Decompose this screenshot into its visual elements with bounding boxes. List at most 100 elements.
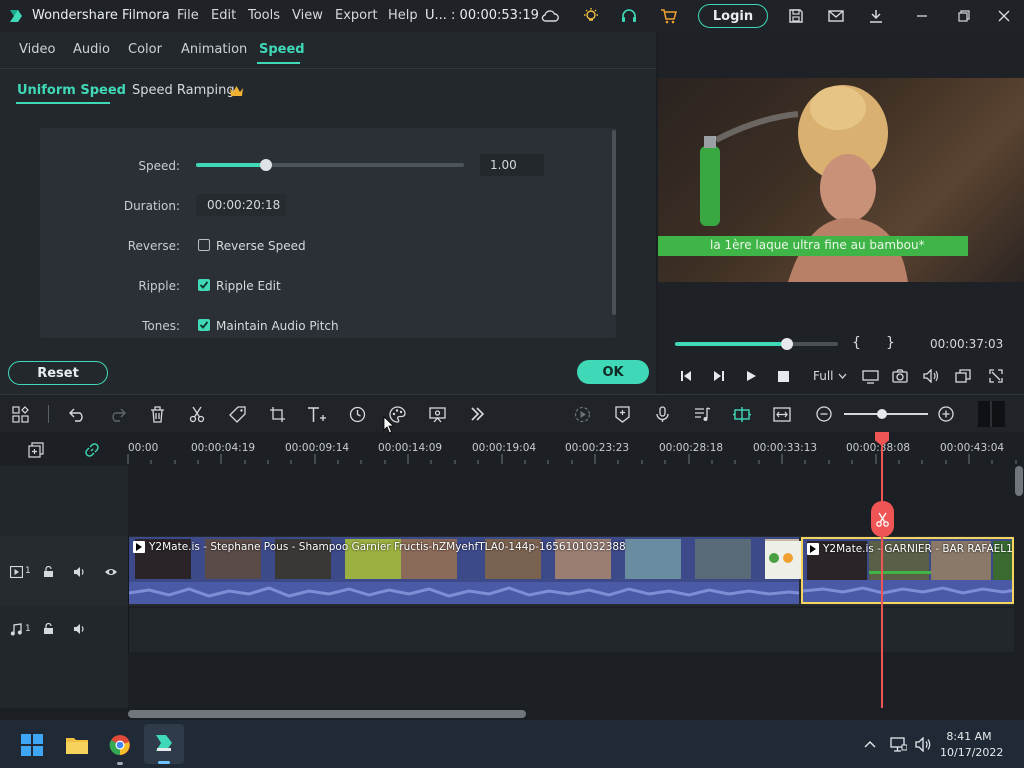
tag-marker-icon[interactable] (227, 404, 247, 424)
audio-track-1[interactable] (0, 608, 1014, 652)
eye-icon[interactable] (104, 565, 118, 579)
video-clip-1[interactable]: Y2Mate.is - Stephane Pous - Shampoo Garn… (129, 537, 799, 604)
maintain-pitch-checkbox[interactable] (198, 319, 210, 331)
tab-video[interactable]: Video (19, 42, 55, 57)
video-caption: la 1ère laque ultra fine au bambou* (710, 238, 925, 252)
subtab-uniform-speed[interactable]: Uniform Speed (17, 83, 126, 98)
speed-value: 1.00 (490, 158, 517, 172)
tab-audio[interactable]: Audio (73, 42, 110, 57)
crop-icon[interactable] (267, 404, 287, 424)
clock-date[interactable]: 10/17/2022 (940, 746, 1003, 759)
save-icon[interactable] (786, 6, 806, 26)
zoom-select[interactable]: Full (813, 369, 834, 383)
network-monitor-icon[interactable] (889, 735, 907, 753)
tab-speed[interactable]: Speed (259, 42, 305, 57)
chrome-browser-icon[interactable] (108, 733, 132, 757)
vertical-scrollbar[interactable] (1015, 466, 1023, 496)
reset-button[interactable]: Reset (8, 361, 108, 385)
menu-help[interactable]: Help (388, 8, 418, 23)
lock-icon[interactable] (41, 622, 55, 636)
menu-view[interactable]: View (292, 8, 323, 23)
download-icon[interactable] (866, 6, 886, 26)
delete-trash-icon[interactable] (147, 404, 167, 424)
shield-marker-icon[interactable] (612, 404, 632, 424)
ruler-label: 00:00:43:04 (940, 442, 1005, 454)
chevron-down-icon[interactable] (837, 371, 847, 381)
stop-icon[interactable] (776, 369, 790, 383)
restore-icon[interactable] (954, 6, 974, 26)
settings-scrollbar[interactable] (612, 130, 616, 315)
menu-tools[interactable]: Tools (248, 8, 280, 23)
preview-timecode: 00:00:37:03 (930, 337, 1004, 351)
horizontal-scrollbar[interactable] (128, 710, 526, 718)
tab-color[interactable]: Color (128, 42, 162, 57)
more-chevrons-icon[interactable] (467, 404, 487, 424)
speed-slider-knob[interactable] (259, 159, 272, 171)
windows-start-icon[interactable] (20, 733, 44, 757)
render-play-icon[interactable] (572, 404, 592, 424)
reverse-speed-checkbox[interactable] (198, 239, 210, 251)
speaker-icon[interactable] (72, 565, 86, 579)
menu-edit[interactable]: Edit (211, 8, 236, 23)
green-screen-icon[interactable] (427, 404, 447, 424)
cart-icon[interactable] (659, 6, 679, 26)
split-scissors-button[interactable] (871, 501, 894, 537)
zoom-in-icon[interactable] (936, 404, 956, 424)
mark-in-button[interactable]: { (852, 335, 861, 351)
login-button[interactable]: Login (698, 4, 768, 28)
headset-support-icon[interactable] (619, 6, 639, 26)
close-icon[interactable] (994, 6, 1014, 26)
playhead[interactable] (881, 434, 883, 708)
tab-animation[interactable]: Animation (181, 42, 247, 57)
timeline-zoom-knob[interactable] (877, 409, 887, 419)
speed-slider-track[interactable] (196, 163, 464, 167)
preview-progress-track[interactable] (675, 342, 838, 346)
speed-clock-icon[interactable] (347, 404, 367, 424)
fullscreen-icon[interactable] (987, 367, 1005, 385)
clock-time[interactable]: 8:41 AM (944, 730, 994, 743)
mark-out-button[interactable]: } (886, 335, 895, 351)
lock-icon[interactable] (41, 565, 55, 579)
render-preview-icon[interactable] (861, 367, 879, 385)
prev-frame-icon[interactable] (678, 369, 694, 383)
fit-timeline-icon[interactable] (772, 404, 792, 424)
cloud-icon[interactable] (540, 7, 560, 25)
pip-icon[interactable] (954, 367, 972, 385)
speed-slider-fill (196, 163, 266, 167)
ok-button[interactable]: OK (577, 360, 649, 384)
layout-grid-icon[interactable] (10, 404, 30, 424)
app-title: Wondershare Filmora (32, 8, 170, 23)
link-icon[interactable] (83, 441, 101, 459)
toolbar-divider (48, 405, 49, 423)
zoom-out-icon[interactable] (814, 404, 834, 424)
ripple-edit-checkbox[interactable] (198, 279, 210, 291)
snapshot-camera-icon[interactable] (891, 367, 909, 385)
undo-icon[interactable] (67, 404, 87, 424)
volume-icon[interactable] (922, 367, 940, 385)
audio-mixer-icon[interactable] (692, 404, 712, 424)
text-title-icon[interactable] (306, 404, 328, 424)
cut-scissors-icon[interactable] (187, 404, 207, 424)
mail-icon[interactable] (826, 6, 846, 26)
bulb-icon[interactable] (581, 6, 601, 26)
file-explorer-icon[interactable] (64, 733, 90, 757)
next-frame-icon[interactable] (711, 369, 727, 383)
ruler-label: 00:00:09:14 (285, 442, 350, 454)
play-icon[interactable] (744, 369, 758, 383)
minimize-icon[interactable] (912, 6, 932, 26)
video-clip-2-selected[interactable]: Y2Mate.is - GARNIER - BAR RAFAEL1- (801, 537, 1014, 604)
menu-file[interactable]: File (177, 8, 199, 23)
filmora-taskbar-button[interactable] (144, 724, 184, 764)
add-track-icon[interactable] (27, 441, 45, 459)
track-layout-toggle[interactable] (978, 401, 1005, 427)
subtab-speed-ramping[interactable]: Speed Ramping (132, 83, 235, 98)
tray-chevron-up-icon[interactable] (862, 736, 878, 752)
snap-magnet-icon[interactable] (731, 404, 753, 424)
speed-value-input[interactable]: 1.00 (480, 154, 544, 176)
duration-input[interactable]: 00:00:20:18 (196, 194, 286, 216)
clip-transition-thumb (765, 541, 801, 579)
tray-volume-icon[interactable] (914, 735, 932, 753)
menu-export[interactable]: Export (335, 8, 378, 23)
microphone-icon[interactable] (652, 404, 672, 424)
speaker-icon[interactable] (72, 622, 86, 636)
